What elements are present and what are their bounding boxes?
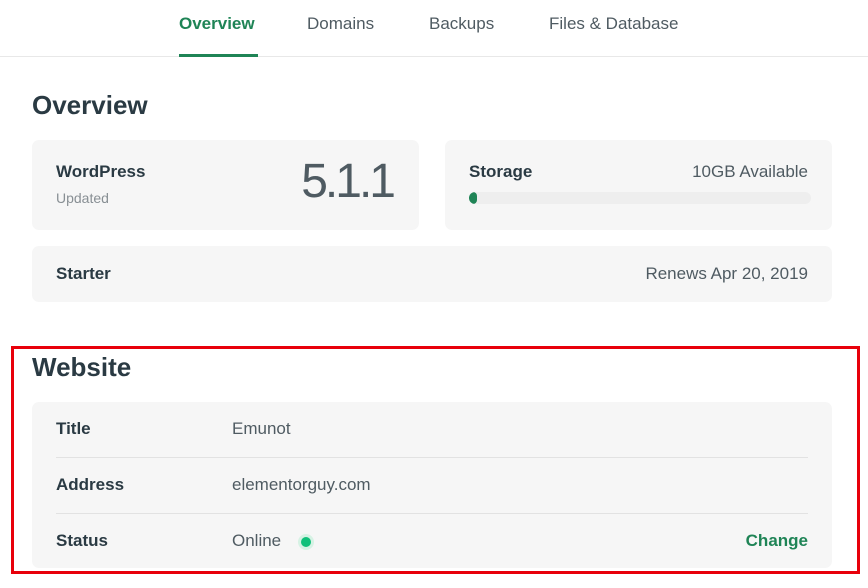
website-heading: Website (32, 352, 132, 382)
change-status-link[interactable]: Change (746, 531, 808, 551)
website-title-row: Title Emunot (56, 402, 808, 458)
status-label: Status (56, 531, 108, 550)
plan-renewal-date: Renews Apr 20, 2019 (645, 264, 808, 283)
plan-card: Starter Renews Apr 20, 2019 (32, 246, 832, 302)
tab-domains[interactable]: Domains (307, 14, 374, 57)
wordpress-version: 5.1.1 (301, 155, 396, 208)
tab-overview[interactable]: Overview (179, 14, 258, 57)
storage-label: Storage (469, 162, 533, 181)
title-label: Title (56, 419, 91, 438)
plan-name: Starter (56, 264, 111, 283)
storage-available: 10GB Available (692, 162, 808, 181)
address-value: elementorguy.com (232, 475, 371, 494)
wordpress-status: Updated (56, 190, 109, 206)
top-navigation: Overview Domains Backups Files & Databas… (0, 0, 868, 57)
overview-heading: Overview (32, 90, 148, 120)
wordpress-label: WordPress (56, 162, 146, 181)
wordpress-card: WordPress Updated 5.1.1 (32, 140, 419, 230)
status-value: Online (232, 531, 282, 550)
website-card: Title Emunot Address elementorguy.com St… (32, 402, 832, 568)
address-label: Address (56, 475, 125, 494)
online-status-icon (298, 534, 314, 550)
tab-files-database[interactable]: Files & Database (549, 14, 678, 57)
storage-progress-bar (469, 192, 811, 204)
storage-card: Storage 10GB Available (445, 140, 832, 230)
tab-backups[interactable]: Backups (429, 14, 494, 57)
website-address-row: Address elementorguy.com (56, 458, 808, 514)
website-status-row: Status Online Change (56, 514, 808, 570)
title-value: Emunot (232, 419, 291, 438)
storage-progress-fill (469, 192, 477, 204)
